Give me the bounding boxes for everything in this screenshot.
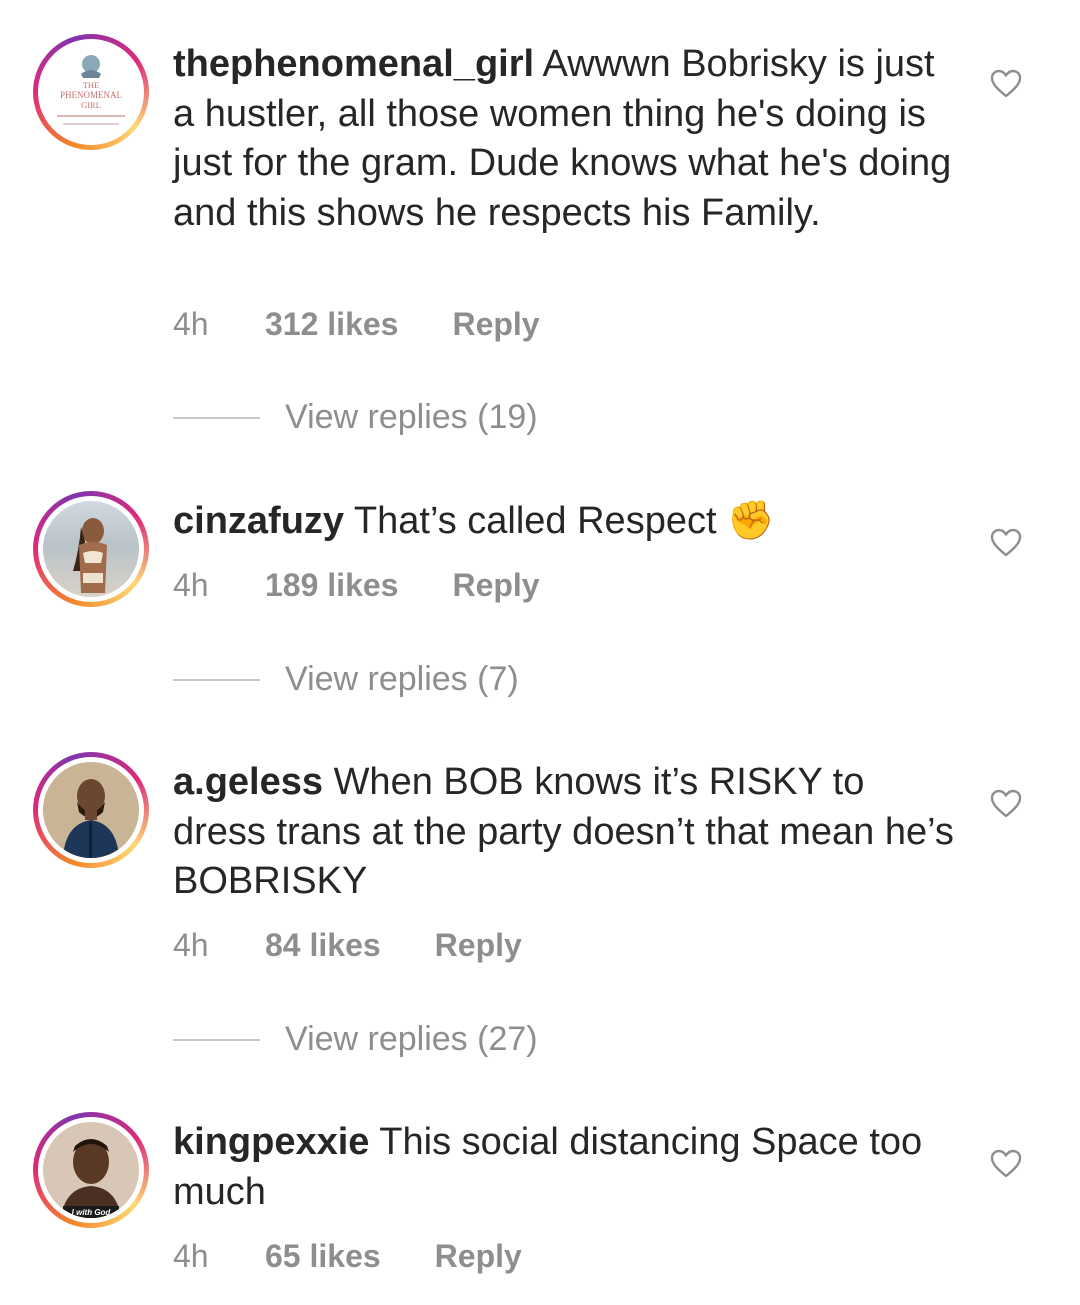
avatar-image: THE PHENOMENAL GIRL [43,44,139,140]
view-replies-label: View replies (7) [285,660,519,698]
avatar[interactable] [33,752,149,868]
view-replies-label: View replies (19) [285,398,538,436]
likes-count[interactable]: 312 likes [265,306,398,343]
person-photo: I with God [61,1139,121,1218]
view-replies-button[interactable]: View replies (27) [173,1020,538,1059]
person-photo [63,779,119,858]
likes-count[interactable]: 84 likes [265,927,381,964]
username[interactable]: a.geless [173,761,323,803]
avatar-image [43,501,139,597]
view-replies-button[interactable]: View replies (7) [173,660,519,699]
divider [173,1038,260,1041]
comment-meta: 4h 65 likes Reply [173,1238,522,1275]
comment-text: thephenomenal_girl Awwwn Bobrisky is jus… [173,40,963,238]
username[interactable]: cinzafuzy [173,500,344,542]
comment-meta: 4h 84 likes Reply [173,927,522,964]
view-replies-label: View replies (27) [285,1020,538,1058]
reply-button[interactable]: Reply [435,927,522,964]
person-photo [73,518,107,593]
comment-time: 4h [173,1238,209,1274]
comment-text: a.geless When BOB knows it’s RISKY to dr… [173,758,963,907]
brand-logo: THE PHENOMENAL GIRL [57,55,125,125]
comment-text: kingpexxie This social distancing Space … [173,1118,963,1217]
heart-outline-icon[interactable] [990,69,1022,99]
reply-button[interactable]: Reply [452,306,539,343]
avatar[interactable]: I with God [33,1112,149,1228]
username[interactable]: kingpexxie [173,1121,369,1163]
comment-message: That’s called Respect ✊ [353,500,775,542]
comment-text: cinzafuzy That’s called Respect ✊ [173,497,963,547]
avatar[interactable] [33,491,149,607]
avatar-image: I with God [43,1122,139,1218]
likes-count[interactable]: 65 likes [265,1238,381,1275]
reply-button[interactable]: Reply [452,567,539,604]
heart-outline-icon[interactable] [990,789,1022,819]
comment-body: cinzafuzy That’s called Respect ✊ [173,497,963,547]
comment-time: 4h [173,927,209,963]
view-replies-button[interactable]: View replies (19) [173,398,538,437]
heart-outline-icon[interactable] [990,528,1022,558]
comment-body: kingpexxie This social distancing Space … [173,1118,963,1217]
comment-meta: 4h 189 likes Reply [173,567,540,604]
comment-body: a.geless When BOB knows it’s RISKY to dr… [173,758,963,907]
logo-line: THE [83,80,100,90]
comment-time: 4h [173,306,209,342]
avatar-caption: I with God [72,1208,112,1217]
heart-outline-icon[interactable] [990,1149,1022,1179]
avatar-image [43,762,139,858]
comment-meta: 4h 312 likes Reply [173,306,540,343]
comment-time: 4h [173,567,209,603]
divider [173,416,260,419]
likes-count[interactable]: 189 likes [265,567,398,604]
username[interactable]: thephenomenal_girl [173,43,534,85]
avatar[interactable]: THE PHENOMENAL GIRL [33,34,149,150]
divider [173,678,260,681]
logo-line: PHENOMENAL [60,90,122,100]
reply-button[interactable]: Reply [435,1238,522,1275]
logo-line: GIRL [81,100,101,110]
comment-body: thephenomenal_girl Awwwn Bobrisky is jus… [173,40,963,238]
